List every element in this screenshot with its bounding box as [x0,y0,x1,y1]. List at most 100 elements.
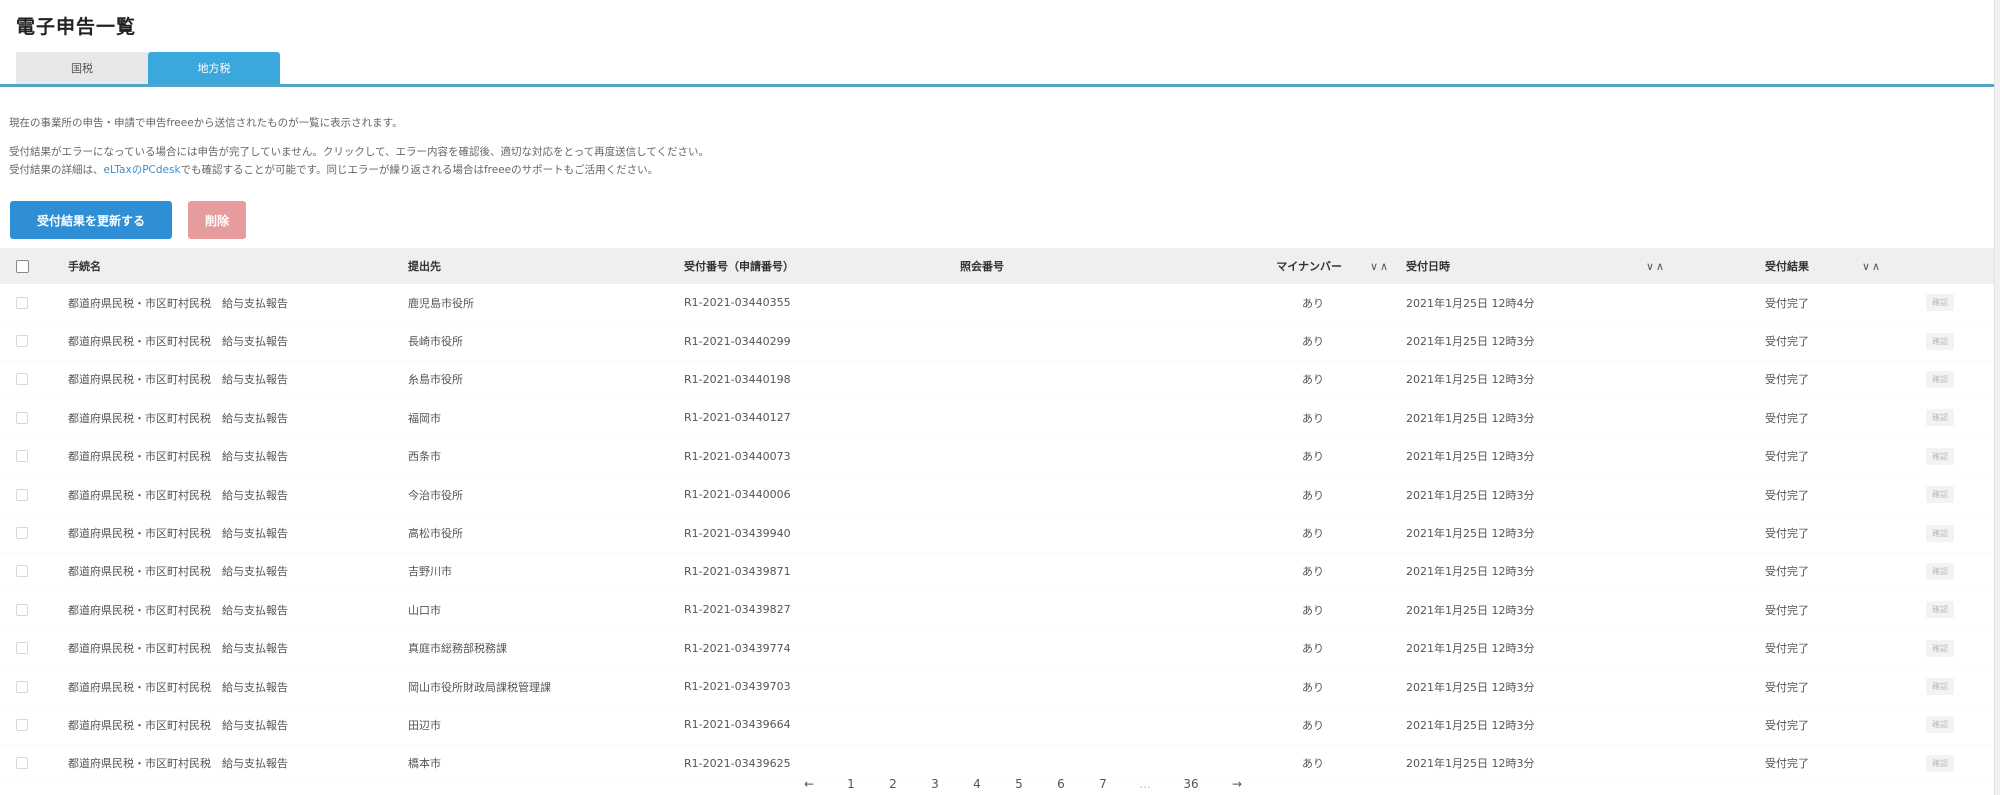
my-number-status: あり [1302,488,1324,502]
table-row[interactable]: 都道府県民税・市区町村民税 給与支払報告 鹿児島市役所 R1-2021-034403… [0,284,1994,323]
row-checkbox[interactable] [16,296,28,309]
delete-button[interactable]: 削除 [188,201,246,239]
column-header-name: 手続名 [68,260,101,273]
confirm-button[interactable]: 確認 [1926,639,1954,657]
row-checkbox-cell [16,284,28,321]
confirm-button[interactable]: 確認 [1926,754,1954,772]
sort-result-icon[interactable]: ∨∧ [1862,248,1882,284]
row-checkbox-cell [16,591,28,628]
result-status: 受付完了 [1765,642,1809,656]
my-number-status: あり [1302,335,1324,349]
pagination-ellipsis: ... [1139,777,1151,791]
table-row[interactable]: 都道府県民税・市区町村民税 給与支払報告 福岡市 R1-2021-03440127 あ… [0,399,1994,438]
update-results-button[interactable]: 受付結果を更新する [10,201,172,239]
sort-my-number-icon[interactable]: ∨∧ [1370,248,1390,284]
page-1[interactable]: 1 [830,777,872,791]
pagination: ← 1 2 3 4 5 6 7 ... 36 → [788,773,1258,795]
my-number-status: あり [1302,757,1324,771]
result-status: 受付完了 [1765,718,1809,732]
scrollbar-track[interactable] [1994,0,2000,795]
destination: 西条市 [408,450,441,464]
table-row[interactable]: 都道府県民税・市区町村民税 給与支払報告 吉野川市 R1-2021-03439871… [0,553,1994,592]
table-row[interactable]: 都道府県民税・市区町村民税 給与支払報告 岡山市役所財政局課税管理課 R1-2021… [0,668,1994,707]
received-at: 2021年1月25日 12時3分 [1406,450,1535,464]
confirm-button[interactable]: 確認 [1926,486,1954,504]
column-header-result: 受付結果 [1765,260,1809,273]
row-checkbox-cell [16,553,28,590]
confirm-button[interactable]: 確認 [1926,332,1954,350]
row-checkbox[interactable] [16,680,28,693]
confirm-button[interactable]: 確認 [1926,409,1954,427]
confirm-button[interactable]: 確認 [1926,601,1954,619]
received-at: 2021年1月25日 12時3分 [1406,603,1535,617]
receipt-number: R1-2021-03439871 [684,564,791,578]
table-row[interactable]: 都道府県民税・市区町村民税 給与支払報告 西条市 R1-2021-03440073 あ… [0,438,1994,476]
action-cell: 確認 [1926,591,1954,628]
page-3[interactable]: 3 [914,777,956,791]
sort-received-at-icon[interactable]: ∨∧ [1646,248,1666,284]
row-checkbox-cell [16,361,28,398]
procedure-name: 都道府県民税・市区町村民税 給与支払報告 [68,488,288,502]
receipt-number: R1-2021-03440073 [684,449,791,463]
row-checkbox-cell [16,706,28,743]
confirm-button[interactable]: 確認 [1926,562,1954,580]
action-cell: 確認 [1926,284,1954,321]
result-status: 受付完了 [1765,603,1809,617]
row-checkbox[interactable] [16,411,28,424]
result-status: 受付完了 [1765,527,1809,541]
table-row[interactable]: 都道府県民税・市区町村民税 給与支払報告 山口市 R1-2021-03439827 あ… [0,591,1994,630]
row-checkbox[interactable] [16,642,28,655]
row-checkbox[interactable] [16,335,28,348]
table-row[interactable]: 都道府県民税・市区町村民税 給与支払報告 糸島市役所 R1-2021-0344019… [0,361,1994,400]
table-row[interactable]: 都道府県民税・市区町村民税 給与支払報告 田辺市 R1-2021-03439664 あ… [0,706,1994,745]
row-checkbox[interactable] [16,373,28,386]
page-2[interactable]: 2 [872,777,914,791]
table-row[interactable]: 都道府県民税・市区町村民税 給与支払報告 真庭市総務部税務課 R1-2021-034… [0,630,1994,668]
select-all-cell [16,248,29,284]
row-checkbox[interactable] [16,718,28,731]
received-at: 2021年1月25日 12時3分 [1406,642,1535,656]
destination: 岡山市役所財政局課税管理課 [408,680,551,694]
next-page-arrow-icon[interactable]: → [1216,777,1258,791]
select-all-checkbox[interactable] [16,259,29,273]
receipt-number: R1-2021-03439827 [684,603,791,617]
confirm-button[interactable]: 確認 [1926,447,1954,465]
page-6[interactable]: 6 [1040,777,1082,791]
procedure-name: 都道府県民税・市区町村民税 給与支払報告 [68,296,288,310]
row-checkbox[interactable] [16,603,28,616]
row-checkbox[interactable] [16,565,28,578]
row-checkbox[interactable] [16,450,28,463]
action-cell: 確認 [1926,438,1954,475]
result-status: 受付完了 [1765,450,1809,464]
prev-page-arrow-icon[interactable]: ← [788,777,830,791]
table-row[interactable]: 都道府県民税・市区町村民税 給与支払報告 長崎市役所 R1-2021-0344029… [0,322,1994,361]
procedure-name: 都道府県民税・市区町村民税 給与支払報告 [68,335,288,349]
result-status: 受付完了 [1765,373,1809,387]
confirm-button[interactable]: 確認 [1926,524,1954,542]
row-checkbox-cell [16,630,28,667]
received-at: 2021年1月25日 12時3分 [1406,680,1535,694]
my-number-status: あり [1302,411,1324,425]
page-last[interactable]: 36 [1166,777,1216,791]
confirm-button[interactable]: 確認 [1926,294,1954,312]
confirm-button[interactable]: 確認 [1926,370,1954,388]
confirm-button[interactable]: 確認 [1926,716,1954,734]
result-status: 受付完了 [1765,335,1809,349]
tab-national-tax[interactable]: 国税 [16,52,148,84]
received-at: 2021年1月25日 12時3分 [1406,488,1535,502]
action-cell: 確認 [1926,476,1954,513]
table-row[interactable]: 都道府県民税・市区町村民税 給与支払報告 高松市役所 R1-2021-0343994… [0,514,1994,553]
row-checkbox[interactable] [16,757,28,770]
received-at: 2021年1月25日 12時4分 [1406,296,1535,310]
row-checkbox[interactable] [16,488,28,501]
tab-local-tax[interactable]: 地方税 [148,52,280,84]
column-header-destination: 提出先 [408,260,441,273]
page-4[interactable]: 4 [956,777,998,791]
table-row[interactable]: 都道府県民税・市区町村民税 給与支払報告 今治市役所 R1-2021-0344000… [0,476,1994,515]
page-7[interactable]: 7 [1082,777,1124,791]
eltax-pcdesk-link[interactable]: eLTaxのPCdesk [104,164,181,176]
row-checkbox-cell [16,476,28,513]
confirm-button[interactable]: 確認 [1926,678,1954,696]
row-checkbox[interactable] [16,527,28,540]
page-5[interactable]: 5 [998,777,1040,791]
